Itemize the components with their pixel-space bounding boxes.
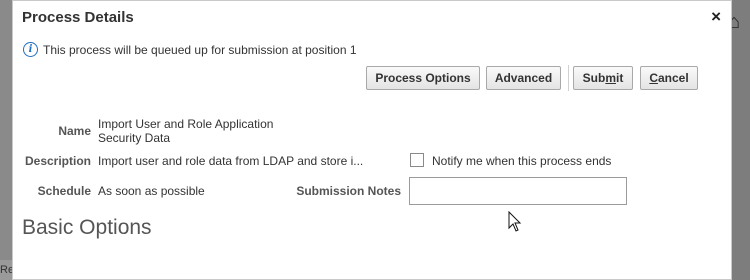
mouse-cursor-icon	[508, 211, 522, 232]
basic-options-heading: Basic Options	[22, 216, 152, 239]
name-value-line1: Import User and Role Application	[98, 117, 274, 131]
dialog-title: Process Details	[22, 9, 134, 26]
toolbar-divider	[568, 65, 569, 91]
schedule-value: As soon as possible	[98, 184, 205, 198]
cancel-button[interactable]: Cancel	[640, 66, 698, 90]
description-label: Description	[24, 154, 91, 168]
close-icon[interactable]: ×	[711, 7, 721, 27]
advanced-button[interactable]: Advanced	[486, 66, 561, 90]
info-message: i This process will be queued up for sub…	[23, 42, 357, 57]
notify-label: Notify me when this process ends	[432, 154, 612, 168]
name-value-line2: Security Data	[98, 131, 171, 145]
name-label: Name	[58, 124, 91, 138]
submission-notes-input[interactable]	[409, 177, 627, 205]
schedule-label: Schedule	[37, 184, 91, 198]
notify-checkbox[interactable]	[410, 153, 424, 167]
info-icon: i	[23, 42, 38, 57]
submission-notes-label: Submission Notes	[296, 184, 401, 198]
process-options-button[interactable]: Process Options	[366, 66, 480, 90]
process-details-dialog: Process Details × i This process will be…	[12, 0, 732, 280]
submit-button[interactable]: Sub m it	[573, 66, 633, 90]
info-message-text: This process will be queued up for submi…	[43, 42, 357, 57]
description-value: Import user and role data from LDAP and …	[98, 154, 364, 168]
